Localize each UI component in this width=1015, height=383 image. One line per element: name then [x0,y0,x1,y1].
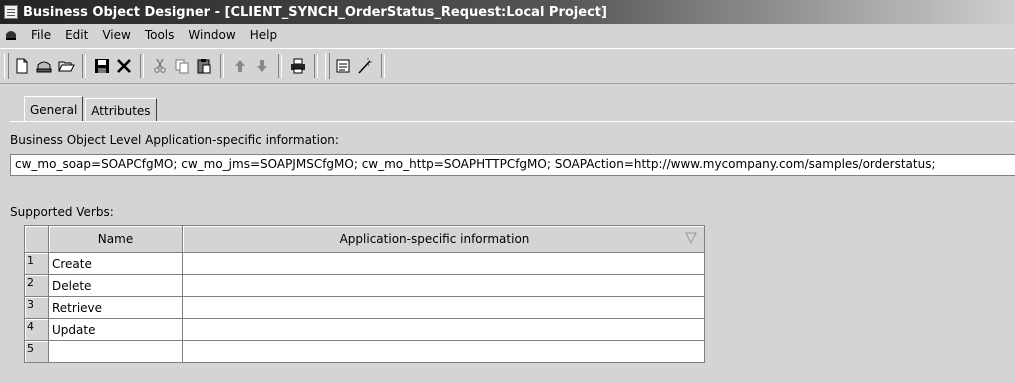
table-row: 4 Update [24,318,705,341]
verb-name-cell[interactable] [48,340,183,363]
toolbar-separator [82,54,86,78]
column-header-name[interactable]: Name [48,225,183,253]
save-icon[interactable] [91,54,113,78]
row-number[interactable]: 2 [24,274,49,297]
open-project-icon[interactable] [33,54,55,78]
verb-appinfo-cell[interactable] [182,318,705,341]
paste-icon[interactable] [193,54,215,78]
verb-appinfo-cell[interactable] [182,340,705,363]
tab-panel-border [10,121,1015,122]
tab-strip: General Attributes [24,96,159,122]
tab-attributes-label: Attributes [91,103,151,118]
verb-appinfo-cell[interactable] [182,296,705,319]
table-row: 5 [24,340,705,363]
title-bar: Business Object Designer - [CLIENT_SYNCH… [0,0,1015,24]
new-icon[interactable] [11,54,33,78]
row-number[interactable]: 1 [24,252,49,275]
verbs-table: Name Application-specific information 1 … [24,225,705,363]
tab-general-label: General [30,102,78,117]
move-up-icon[interactable] [229,54,251,78]
verb-name-cell[interactable]: Create [48,252,183,275]
verb-name-cell[interactable]: Update [48,318,183,341]
system-menu-icon[interactable] [4,29,18,41]
sort-triangle-icon[interactable] [685,232,697,247]
verb-appinfo-cell[interactable] [182,252,705,275]
toolbar-separator [140,54,144,78]
corner-header [24,225,49,253]
toolbar [0,48,1015,84]
menu-file[interactable]: File [24,28,58,42]
table-row: 2 Delete [24,274,705,297]
delete-icon[interactable] [113,54,135,78]
menu-help[interactable]: Help [243,28,284,42]
bo-level-label: Business Object Level Application-specif… [10,133,339,147]
open-folder-icon[interactable] [55,54,77,78]
window-title: Business Object Designer - [CLIENT_SYNCH… [23,4,607,20]
menu-tools[interactable]: Tools [138,28,182,42]
verb-name-cell[interactable]: Retrieve [48,296,183,319]
cut-icon[interactable] [149,54,171,78]
table-row: 3 Retrieve [24,296,705,319]
verb-name-cell[interactable]: Delete [48,274,183,297]
tab-attributes[interactable]: Attributes [85,98,157,122]
toolbar-separator [314,54,318,78]
toolbar-grip[interactable] [325,53,330,79]
print-icon[interactable] [287,54,309,78]
toolbar-separator [278,54,282,78]
column-header-appinfo[interactable]: Application-specific information [182,225,705,253]
tab-general[interactable]: General [24,96,84,122]
verb-appinfo-cell[interactable] [182,274,705,297]
menu-window[interactable]: Window [181,28,242,42]
menu-view[interactable]: View [95,28,137,42]
toolbar-separator [220,54,224,78]
properties-icon[interactable] [332,54,354,78]
row-number[interactable]: 4 [24,318,49,341]
move-down-icon[interactable] [251,54,273,78]
table-row: 1 Create [24,252,705,275]
wizard-icon[interactable] [354,54,376,78]
app-icon [4,5,18,19]
supported-verbs-label: Supported Verbs: [10,205,114,219]
menu-bar: File Edit View Tools Window Help [0,24,1015,46]
row-number[interactable]: 5 [24,340,49,363]
toolbar-separator [381,54,385,78]
row-number[interactable]: 3 [24,296,49,319]
copy-icon[interactable] [171,54,193,78]
toolbar-grip[interactable] [4,53,9,79]
menu-edit[interactable]: Edit [58,28,95,42]
bo-appinfo-field[interactable]: cw_mo_soap=SOAPCfgMO; cw_mo_jms=SOAPJMSC… [10,154,1015,176]
